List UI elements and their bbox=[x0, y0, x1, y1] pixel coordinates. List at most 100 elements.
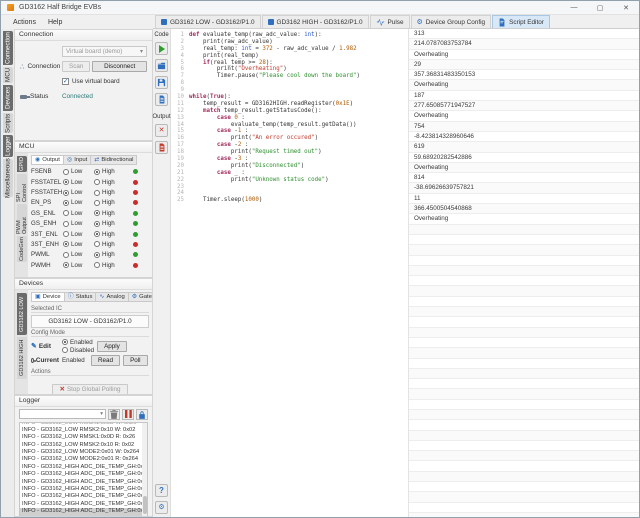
open-script-button[interactable] bbox=[155, 59, 168, 72]
output-row-empty bbox=[409, 256, 639, 266]
nav-tab-logger[interactable]: Logger bbox=[3, 135, 13, 157]
pin-high-radio[interactable]: High bbox=[94, 220, 125, 227]
pin-low-radio[interactable]: Low bbox=[63, 231, 94, 238]
mcu-tab-output[interactable]: ◉Output bbox=[31, 155, 63, 165]
maximize-button[interactable]: ▢ bbox=[587, 1, 613, 15]
log-entry[interactable]: INFO - GD3162_HIGH ADC_DIE_TEMP_GH:0x1E … bbox=[20, 508, 147, 515]
connection-panel-title: Connection bbox=[15, 30, 152, 41]
pin-high-radio[interactable]: High bbox=[94, 189, 125, 196]
clear-output-button[interactable]: ✕ bbox=[155, 124, 168, 137]
pin-low-radio[interactable]: Low bbox=[63, 179, 94, 186]
disconnect-button[interactable]: Disconnect bbox=[92, 61, 147, 72]
nav-tab-connection[interactable]: Connection bbox=[3, 31, 13, 65]
tab-script-editor[interactable]: Script Editor bbox=[492, 15, 550, 28]
pin-high-radio[interactable]: High bbox=[94, 210, 125, 217]
log-entry[interactable]: INFO - GD3162_HIGH ADC_DIE_TEMP_GH:0x1E … bbox=[20, 486, 147, 493]
mcu-tab-input[interactable]: ◎Input bbox=[63, 155, 90, 165]
pin-high-radio[interactable]: High bbox=[94, 241, 125, 248]
tab-gd3162-high-gd3162-p1-0[interactable]: GD3162 HIGH - GD3162/P1.0 bbox=[262, 15, 369, 28]
mcu-tab-bidirectional[interactable]: ⇄Bidirectional bbox=[90, 155, 137, 165]
minimize-button[interactable]: — bbox=[561, 1, 587, 15]
scan-button[interactable]: Scan bbox=[62, 61, 90, 72]
device-tab-analog[interactable]: ∿Analog bbox=[95, 292, 127, 302]
output-row-empty bbox=[409, 420, 639, 430]
log-list[interactable]: INFO - GD3162_LOW RMSK1:0x0D W: 0x26INFO… bbox=[19, 422, 148, 517]
nav-tab-scripts[interactable]: Scripts bbox=[3, 113, 13, 133]
nav-tab-devices[interactable]: Devices bbox=[3, 85, 13, 111]
nav-tab-mcu[interactable]: MCU bbox=[3, 67, 13, 83]
log-entry[interactable]: INFO - GD3162_LOW RMSK1:0x0D W: 0x26 bbox=[20, 422, 147, 427]
script-editor: Code Output ✕ ?⚙ 1def evaluate_temp(raw_… bbox=[153, 29, 639, 517]
poll-button[interactable]: Poll bbox=[123, 355, 148, 366]
log-entry[interactable]: INFO - GD3162_HIGH ADC_DIE_TEMP_GH:0x1E … bbox=[20, 464, 147, 471]
mcu-side-tab-codegen[interactable]: CodeGen bbox=[17, 236, 27, 262]
log-entry[interactable]: INFO - GD3162_HIGH ADC_DIE_TEMP_GH:0x1E … bbox=[20, 493, 147, 500]
line-number: 2 bbox=[173, 39, 184, 46]
pin-low-radio[interactable]: Low bbox=[63, 199, 94, 206]
device-side-tab-gd3162-low[interactable]: GD3162 LOW bbox=[17, 293, 27, 335]
log-entry[interactable]: INFO - GD3162_HIGH ADC_DIE_TEMP_GH:0x1E … bbox=[20, 471, 147, 478]
log-entry[interactable]: INFO - GD3162_HIGH ADC_DIE_TEMP_GH:0x1E … bbox=[20, 501, 147, 508]
tab-device-group-config[interactable]: ⚙Device Group Config bbox=[411, 15, 492, 28]
pin-high-radio[interactable]: High bbox=[94, 168, 125, 175]
log-entry[interactable]: INFO - GD3162_HIGH ADC_DIE_TEMP_GH:0x1E … bbox=[20, 479, 147, 486]
lock-log-button[interactable] bbox=[136, 409, 148, 420]
copy-script-button[interactable] bbox=[155, 93, 168, 106]
pin-led bbox=[133, 200, 138, 205]
tab-pulse[interactable]: Pulse bbox=[370, 15, 410, 28]
log-entry[interactable]: INFO - GD3162_LOW RMSK2:0x10 R: 0x02 bbox=[20, 442, 147, 449]
pin-high-radio[interactable]: High bbox=[94, 199, 125, 206]
mcu-side-tab-spi-control[interactable]: SPI Control bbox=[17, 174, 27, 202]
output-row-empty bbox=[409, 513, 639, 517]
log-entry[interactable]: INFO - GD3162_LOW RMSK2:0x10 W: 0x02 bbox=[20, 427, 147, 434]
pause-log-button[interactable] bbox=[122, 409, 134, 420]
pin-high-radio[interactable]: High bbox=[94, 251, 125, 258]
pin-low-radio[interactable]: Low bbox=[63, 220, 94, 227]
log-filter-combobox[interactable]: ▾ bbox=[19, 409, 106, 419]
nav-tab-miscellaneous[interactable]: Miscellaneous bbox=[3, 159, 13, 197]
menu-help[interactable]: Help bbox=[43, 18, 67, 27]
menu-actions[interactable]: Actions bbox=[8, 18, 41, 27]
pin-low-radio[interactable]: Low bbox=[63, 189, 94, 196]
help-button[interactable]: ? bbox=[155, 484, 168, 497]
pin-low-radio[interactable]: Low bbox=[63, 168, 94, 175]
output-row: 357.36831483350153 bbox=[409, 70, 639, 80]
apply-button[interactable]: Apply bbox=[97, 341, 127, 352]
use-virtual-board-checkbox[interactable]: ✓ bbox=[62, 78, 69, 85]
pin-low-radio[interactable]: Low bbox=[63, 262, 94, 269]
code-text: case -1 : bbox=[189, 128, 248, 135]
pin-low-radio[interactable]: Low bbox=[63, 241, 94, 248]
pin-high-radio[interactable]: High bbox=[94, 231, 125, 238]
port-select[interactable]: Virtual board (demo) ▾ bbox=[62, 46, 147, 57]
device-tab-gate-strength[interactable]: ⚙Gate Strength bbox=[128, 292, 153, 302]
clear-log-button[interactable] bbox=[108, 409, 120, 420]
stop-global-polling-button[interactable]: ✕Stop Global Polling bbox=[52, 384, 127, 395]
port-select-value: Virtual board (demo) bbox=[66, 48, 122, 55]
run-script-button[interactable] bbox=[155, 42, 168, 55]
pin-high-radio[interactable]: High bbox=[94, 179, 125, 186]
device-tab-device[interactable]: ▣Device bbox=[31, 292, 64, 302]
log-entry[interactable]: INFO - GD3162_LOW RMSK1:0x0D R: 0x26 bbox=[20, 434, 147, 441]
code-pane[interactable]: 1def evaluate_temp(raw_adc_value: int):2… bbox=[171, 29, 409, 517]
export-output-button[interactable] bbox=[155, 141, 168, 154]
device-tab-status[interactable]: ⓘStatus bbox=[64, 292, 96, 302]
log-entry[interactable]: INFO - GD3162_LOW MODE2:0x01 R: 0x264 bbox=[20, 456, 147, 463]
save-script-button[interactable] bbox=[155, 76, 168, 89]
log-scrollbar[interactable] bbox=[142, 423, 147, 516]
pin-low-label: Low bbox=[71, 251, 82, 258]
script-output-list[interactable]: 313214.0787083753784Overheating29357.368… bbox=[409, 29, 639, 517]
pin-low-radio[interactable]: Low bbox=[63, 210, 94, 217]
pin-high-radio[interactable]: High bbox=[94, 262, 125, 269]
mcu-side-tab-gpio[interactable]: GPIO bbox=[17, 156, 27, 172]
chevron-down-icon: ▾ bbox=[100, 411, 105, 417]
device-side-tab-gd3162-high[interactable]: GD3162 HIGH bbox=[17, 337, 27, 379]
settings-button[interactable]: ⚙ bbox=[155, 501, 168, 514]
tab-gd3162-low-gd3162-p1-0[interactable]: GD3162 LOW - GD3162/P1.0 bbox=[155, 15, 261, 28]
mcu-side-tab-pwm-output[interactable]: PWM Output bbox=[17, 204, 27, 234]
pin-low-radio[interactable]: Low bbox=[63, 251, 94, 258]
log-entry[interactable]: INFO - GD3162_LOW MODE2:0x01 W: 0x264 bbox=[20, 449, 147, 456]
read-button[interactable]: Read bbox=[91, 355, 120, 366]
edit-enabled-radio[interactable]: Enabled bbox=[62, 339, 94, 346]
close-button[interactable]: ✕ bbox=[613, 1, 639, 15]
edit-disabled-radio[interactable]: Disabled bbox=[62, 347, 94, 354]
